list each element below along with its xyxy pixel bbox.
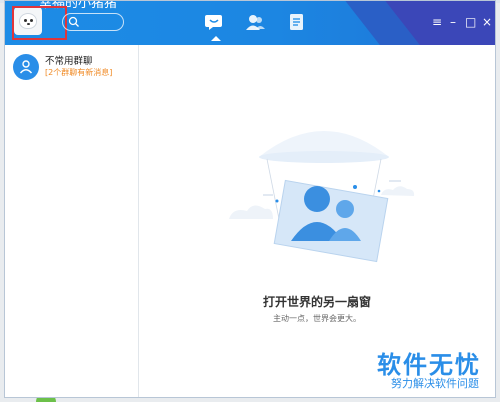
watermark-subtitle: 努力解决软件问题 bbox=[391, 377, 479, 390]
group-people-icon bbox=[19, 60, 33, 74]
empty-state-illustration bbox=[229, 131, 415, 263]
minimize-button[interactable]: – bbox=[450, 15, 456, 29]
main-panel: 打开世界的另一扇窗 主动一点，世界会更大。 软件无忧 努力解决软件问题 bbox=[139, 45, 495, 397]
close-button[interactable]: × bbox=[482, 15, 492, 29]
qq-main-window: 幸福的小猪猪 ≡ – □ × 不常用群聊 [2个群聊有新消息] 打开世界的另一扇… bbox=[4, 0, 496, 398]
avatar-highlight-box bbox=[12, 6, 67, 40]
list-item-title: 不常用群聊 bbox=[45, 56, 93, 67]
maximize-button[interactable]: □ bbox=[465, 15, 476, 29]
contacts-icon bbox=[246, 15, 265, 30]
tab-messages[interactable] bbox=[203, 13, 225, 41]
title-bar[interactable]: 幸福的小猪猪 ≡ – □ × bbox=[5, 1, 495, 45]
document-icon bbox=[290, 14, 303, 30]
empty-state-title: 打开世界的另一扇窗 bbox=[262, 295, 371, 309]
empty-state-subtitle: 主动一点，世界会更大。 bbox=[273, 314, 361, 323]
main-menu-button[interactable]: ≡ bbox=[432, 15, 442, 29]
group-icon bbox=[13, 54, 39, 80]
list-item-subtitle: [2个群聊有新消息] bbox=[45, 68, 113, 77]
list-item[interactable]: 不常用群聊 [2个群聊有新消息] bbox=[5, 49, 138, 83]
tab-files[interactable] bbox=[286, 13, 308, 33]
chat-bubble-icon bbox=[205, 15, 222, 30]
conversation-list: 不常用群聊 [2个群聊有新消息] bbox=[5, 45, 139, 397]
search-icon bbox=[68, 16, 79, 27]
tab-contacts[interactable] bbox=[244, 13, 266, 33]
active-tab-indicator bbox=[211, 36, 221, 41]
search-input[interactable] bbox=[62, 13, 124, 31]
